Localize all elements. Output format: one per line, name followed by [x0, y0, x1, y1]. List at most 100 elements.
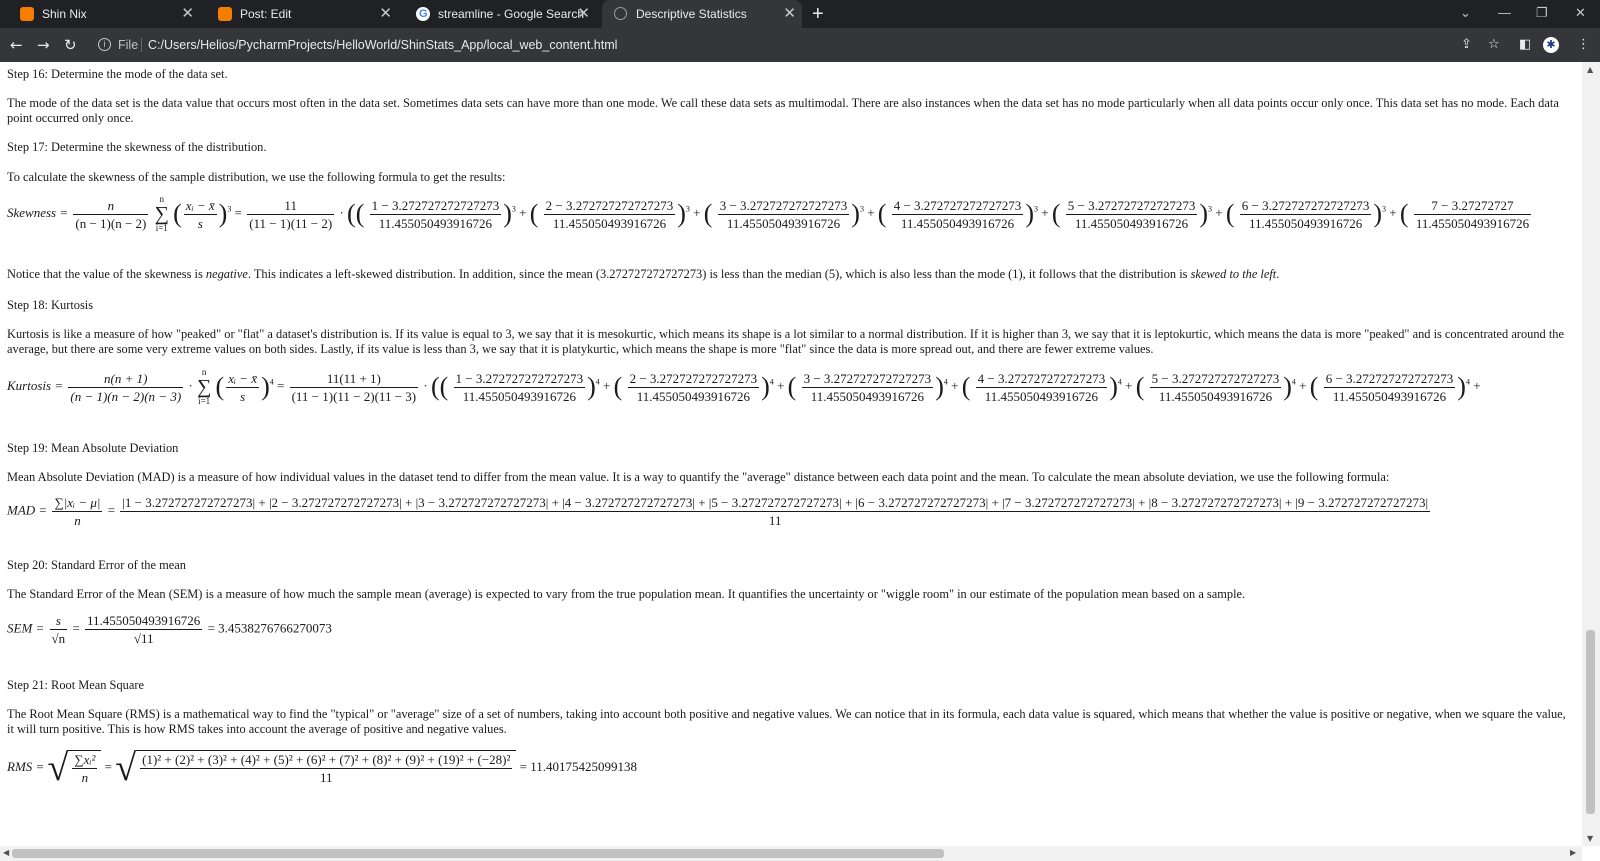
- term-numerator: 5 − 3.272727272727273: [1149, 370, 1282, 388]
- info-icon[interactable]: i: [98, 38, 111, 51]
- skewness-note: Notice that the value of the skewness is…: [7, 267, 1280, 281]
- denominator: n: [74, 513, 81, 528]
- rms-result: = 11.40175425099138: [519, 758, 637, 774]
- term-numerator: 1 − 3.272727272727273: [369, 197, 502, 215]
- skewness-label: Skewness =: [7, 204, 69, 220]
- close-tab-icon[interactable]: ✕: [181, 0, 194, 28]
- blogger-icon: [218, 7, 232, 21]
- minimize-icon[interactable]: —: [1498, 0, 1511, 26]
- scroll-up-icon[interactable]: ▲: [1587, 65, 1593, 74]
- step21-text: The Root Mean Square (RMS) is a mathemat…: [7, 707, 1566, 736]
- close-window-icon[interactable]: ✕: [1575, 0, 1586, 26]
- numerator: 11(11 + 1): [289, 370, 419, 388]
- new-tab-button[interactable]: +: [812, 0, 824, 28]
- formula-fraction: n (n − 1)(n − 2): [73, 197, 149, 232]
- tab-post-edit[interactable]: Post: Edit ✕: [206, 0, 398, 28]
- mad-equation: MAD = ∑|xᵢ − μ| n = |1 − 3.27272727272727…: [7, 494, 1431, 529]
- denominator: (11 − 1)(11 − 2)(11 − 3): [291, 388, 417, 404]
- omnibox[interactable]: i File C:/Users/Helios/PycharmProjects/H…: [92, 32, 1562, 58]
- share-icon[interactable]: ⇪: [1461, 28, 1472, 62]
- term-denominator: 11.455050493916726: [1248, 215, 1363, 231]
- scroll-thumb[interactable]: [1586, 630, 1595, 814]
- mad-label: MAD =: [7, 502, 48, 518]
- close-tab-icon[interactable]: ✕: [577, 0, 590, 28]
- formula-fraction: n(n + 1) (n − 1)(n − 2)(n − 3): [68, 370, 184, 405]
- term-denominator: 11.455050493916726: [726, 215, 841, 231]
- vertical-scrollbar[interactable]: ▲ ▼: [1582, 62, 1600, 846]
- tab-shin-nix[interactable]: Shin Nix ✕: [8, 0, 200, 28]
- note-text: Notice that the value of the skewness is: [7, 267, 203, 281]
- step18-heading: Step 18: Kurtosis: [7, 298, 94, 312]
- divider: [141, 38, 142, 52]
- numerator: |1 − 3.272727272727273| + |2 − 3.2727272…: [120, 495, 1431, 512]
- step19-heading: Step 19: Mean Absolute Deviation: [7, 441, 179, 455]
- address-bar: ← → ↻ i File C:/Users/Helios/PycharmProj…: [0, 28, 1600, 62]
- note-emphasis: negative: [205, 267, 248, 281]
- substituted-fraction: 11 (11 − 1)(11 − 2): [247, 197, 335, 232]
- formula-fraction: ∑xᵢ² n: [72, 751, 98, 786]
- numerator: 11: [247, 197, 335, 215]
- scroll-thumb[interactable]: [12, 849, 944, 858]
- step16-text: The mode of the data set is the data val…: [7, 96, 1559, 125]
- sum-symbol: n ∑ i=1: [197, 367, 212, 406]
- term-numerator: 5 − 3.272727272727273: [1065, 197, 1198, 215]
- numerator: n(n + 1): [68, 370, 184, 388]
- term-numerator: 7 − 3.27272727: [1413, 197, 1532, 215]
- horizontal-scrollbar[interactable]: ◀ ▶: [0, 846, 1582, 861]
- kurt-term: 2 − 3.272727272727273 11.455050493916726: [627, 370, 760, 405]
- numerator: n: [73, 197, 149, 215]
- term-denominator: 11.455050493916726: [462, 388, 576, 404]
- term-denominator: 11.455050493916726: [1415, 215, 1530, 231]
- page-content: Step 16: Determine the mode of the data …: [0, 62, 1582, 846]
- reload-icon[interactable]: ↻: [64, 28, 77, 62]
- substituted-fraction: |1 − 3.272727272727273| + |2 − 3.2727272…: [120, 494, 1431, 529]
- side-panel-icon[interactable]: ◧: [1519, 28, 1531, 62]
- tab-google-search[interactable]: streamline - Google Search ✕: [404, 0, 596, 28]
- numerator: ∑|xᵢ − μ|: [52, 495, 103, 512]
- tab-search-icon[interactable]: ⌄: [1460, 0, 1471, 26]
- step20-text: The Standard Error of the Mean (SEM) is …: [7, 587, 1246, 601]
- kurtosis-equation: Kurtosis = n(n + 1) (n − 1)(n − 2)(n − 3)…: [7, 367, 1481, 406]
- url-text[interactable]: C:/Users/Helios/PycharmProjects/HelloWor…: [148, 32, 617, 58]
- substituted-fraction: (1)² + (2)² + (3)² + (4)² + (5)² + (6)² …: [140, 751, 513, 786]
- skewness-equation: Skewness = n (n − 1)(n − 2) n ∑ i=1 (xᵢ − x…: [7, 194, 1532, 233]
- back-icon[interactable]: ←: [10, 28, 23, 62]
- extension-icon[interactable]: ✱: [1543, 37, 1559, 53]
- denominator: (n − 1)(n − 2)(n − 3): [70, 388, 182, 404]
- close-tab-icon[interactable]: ✕: [379, 0, 392, 28]
- skew-term: 7 − 3.27272727 11.455050493916726: [1413, 197, 1532, 232]
- skew-term: 5 − 3.272727272727273 11.455050493916726: [1065, 197, 1198, 232]
- term-numerator: 4 − 3.272727272727273: [891, 197, 1024, 215]
- denominator: (n − 1)(n − 2): [75, 215, 147, 231]
- term-numerator: 6 − 3.272727272727273: [1323, 370, 1456, 388]
- term-denominator: 11.455050493916726: [810, 388, 925, 404]
- sem-equation: SEM = s √n = 11.455050493916726 √11 = 3.45…: [7, 613, 332, 646]
- note-emphasis: skewed to the left: [1190, 267, 1277, 281]
- skew-term: 1 − 3.272727272727273 11.455050493916726: [369, 197, 502, 232]
- note-text: . This indicates a left-skewed distribut…: [247, 267, 1188, 281]
- restore-icon[interactable]: ❐: [1536, 0, 1548, 26]
- kurt-term: 4 − 3.272727272727273 11.455050493916726: [975, 370, 1108, 405]
- term-denominator: 11.455050493916726: [636, 388, 750, 404]
- step18-text: Kurtosis is like a measure of how "peake…: [7, 327, 1564, 356]
- menu-icon[interactable]: ⋮: [1577, 28, 1590, 62]
- close-tab-icon[interactable]: ✕: [783, 0, 796, 28]
- blogger-icon: [20, 7, 34, 21]
- skew-term: 4 − 3.272727272727273 11.455050493916726: [891, 197, 1024, 232]
- term-numerator: 1 − 3.272727272727273: [453, 370, 586, 388]
- term-denominator: 11.455050493916726: [1332, 388, 1447, 404]
- sem-label: SEM =: [7, 620, 45, 636]
- scroll-right-icon[interactable]: ▶: [1570, 848, 1576, 857]
- file-label: File: [118, 38, 139, 52]
- kurt-term: 6 − 3.272727272727273 11.455050493916726: [1323, 370, 1456, 405]
- denominator: 11: [768, 513, 782, 528]
- tab-title: Shin Nix: [42, 7, 87, 21]
- formula-fraction: ∑|xᵢ − μ| n: [52, 494, 103, 529]
- scroll-left-icon[interactable]: ◀: [3, 848, 9, 857]
- kurt-term: 5 − 3.272727272727273 11.455050493916726: [1149, 370, 1282, 405]
- tab-descriptive-statistics[interactable]: Descriptive Statistics ✕: [602, 0, 802, 28]
- scroll-down-icon[interactable]: ▼: [1587, 834, 1593, 843]
- bookmark-star-icon[interactable]: ☆: [1488, 28, 1500, 62]
- step19-text: Mean Absolute Deviation (MAD) is a measu…: [7, 470, 1390, 484]
- forward-icon[interactable]: →: [37, 28, 50, 62]
